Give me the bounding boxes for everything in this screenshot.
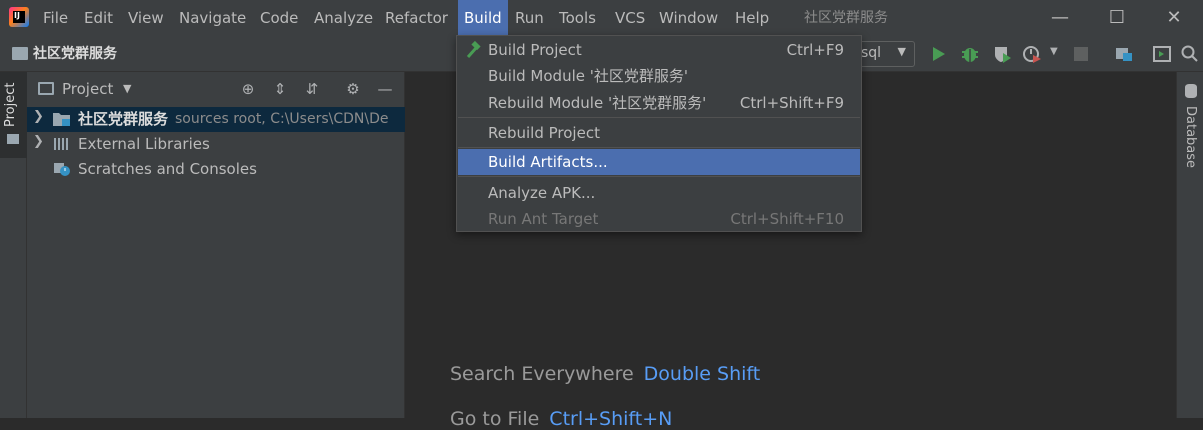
- menu-item-build-artifacts[interactable]: Build Artifacts...: [458, 149, 860, 175]
- menu-run[interactable]: Run: [515, 0, 544, 36]
- menu-code[interactable]: Code: [260, 0, 298, 36]
- go-to-file-hint: Go to File Ctrl+Shift+N: [450, 408, 672, 430]
- menu-item-label: Rebuild Project: [488, 124, 600, 142]
- tree-row-module[interactable]: ❯ 社区党群服务 sources root, C:\Users\CDN\De: [27, 107, 405, 132]
- menu-item-build-project[interactable]: Build Project Ctrl+F9: [458, 37, 860, 63]
- menu-item-analyze-apk[interactable]: Analyze APK...: [458, 180, 860, 206]
- tree-row-hint: sources root, C:\Users\CDN\De: [175, 111, 389, 127]
- module-folder-icon: [53, 113, 70, 126]
- menu-build[interactable]: Build: [458, 0, 508, 36]
- menu-help[interactable]: Help: [735, 0, 769, 36]
- close-icon[interactable]: ✕: [1164, 8, 1184, 28]
- chevron-right-icon[interactable]: ❯: [33, 109, 44, 124]
- tree-row-external-libraries[interactable]: ❯ External Libraries: [27, 132, 405, 157]
- hammer-icon: [466, 41, 481, 58]
- hint-shortcut: Double Shift: [643, 363, 761, 385]
- search-icon[interactable]: [1180, 44, 1200, 64]
- gear-icon[interactable]: ⚙: [344, 80, 362, 98]
- menu-tools[interactable]: Tools: [559, 0, 596, 36]
- project-panel-title[interactable]: Project: [62, 72, 113, 106]
- menu-item-label: Build Project: [488, 41, 582, 59]
- menu-item-label: Build Module '社区党群服务': [488, 67, 688, 85]
- hint-shortcut: Ctrl+Shift+N: [549, 408, 673, 430]
- tree-row-label: External Libraries: [78, 135, 210, 153]
- menu-analyze[interactable]: Analyze: [314, 0, 373, 36]
- menu-item-label: Build Artifacts...: [488, 153, 608, 171]
- coverage-icon[interactable]: [992, 44, 1012, 64]
- project-view-icon: [38, 82, 54, 95]
- search-everywhere-hint: Search Everywhere Double Shift: [450, 363, 760, 385]
- menu-vcs[interactable]: VCS: [615, 0, 645, 36]
- run-configuration-label: sql: [861, 45, 882, 61]
- run-configuration-select[interactable]: sql ▼: [855, 41, 915, 67]
- chevron-right-icon[interactable]: ❯: [33, 134, 44, 149]
- menu-navigate[interactable]: Navigate: [179, 0, 246, 36]
- project-tool-tab-label: Project: [3, 82, 18, 127]
- tree-row-label: Scratches and Consoles: [78, 160, 257, 178]
- menu-separator: [458, 117, 860, 118]
- terminal-icon[interactable]: [1152, 44, 1172, 64]
- menu-item-label: Rebuild Module '社区党群服务': [488, 94, 707, 112]
- menu-window[interactable]: Window: [659, 0, 718, 36]
- intellij-logo-icon[interactable]: IJ: [9, 7, 29, 27]
- chevron-down-icon[interactable]: ▼: [1050, 46, 1058, 57]
- database-tool-tab[interactable]: Database: [1183, 106, 1198, 168]
- menu-item-label: Analyze APK...: [488, 184, 596, 202]
- menu-item-rebuild-project[interactable]: Rebuild Project: [458, 120, 860, 146]
- menu-item-shortcut: Ctrl+Shift+F10: [730, 210, 844, 228]
- tree-row-scratches[interactable]: Scratches and Consoles: [27, 157, 405, 182]
- menu-item-shortcut: Ctrl+F9: [786, 41, 844, 59]
- menu-item-build-module[interactable]: Build Module '社区党群服务': [458, 63, 860, 89]
- menu-file[interactable]: File: [43, 0, 68, 36]
- menu-separator: [458, 147, 860, 148]
- project-structure-icon[interactable]: [1114, 44, 1134, 64]
- project-tool-tab[interactable]: Project: [0, 72, 27, 158]
- folder-icon: [7, 134, 19, 144]
- menu-separator: [458, 176, 860, 177]
- database-icon[interactable]: [1185, 84, 1197, 98]
- chevron-down-icon: ▼: [897, 45, 906, 58]
- run-icon[interactable]: [928, 44, 948, 64]
- window-title: 社区党群服务: [804, 10, 888, 26]
- project-panel: Project ▼ ⊕ ⇕ ⇵ ⚙ — ❯ 社区党群服务 sources roo…: [27, 72, 405, 418]
- scratches-icon: [54, 163, 70, 176]
- debug-icon[interactable]: [960, 44, 980, 64]
- menu-item-rebuild-module[interactable]: Rebuild Module '社区党群服务' Ctrl+Shift+F9: [458, 90, 860, 116]
- menu-item-label: Run Ant Target: [488, 210, 599, 228]
- menu-item-run-ant-target: Run Ant Target Ctrl+Shift+F10: [458, 206, 860, 232]
- menu-edit[interactable]: Edit: [84, 0, 113, 36]
- build-menu-dropdown: Build Project Ctrl+F9 Build Module '社区党群…: [456, 35, 862, 232]
- stop-icon[interactable]: [1074, 47, 1088, 61]
- hint-label: Search Everywhere: [450, 363, 634, 385]
- hide-icon[interactable]: —: [376, 80, 394, 98]
- locate-icon[interactable]: ⊕: [239, 80, 257, 98]
- chevron-down-icon[interactable]: ▼: [123, 72, 131, 106]
- module-folder-icon: [12, 47, 28, 60]
- minimize-icon[interactable]: —: [1050, 8, 1070, 28]
- expand-all-icon[interactable]: ⇕: [271, 80, 289, 98]
- menu-bar: IJ File Edit View Navigate Code Analyze …: [0, 0, 1203, 36]
- maximize-icon[interactable]: ☐: [1107, 8, 1127, 28]
- right-tool-stripe: Database: [1176, 72, 1203, 418]
- hint-label: Go to File: [450, 408, 540, 430]
- menu-refactor[interactable]: Refactor: [385, 0, 448, 36]
- tree-row-label: 社区党群服务: [78, 110, 169, 128]
- library-icon: [54, 138, 68, 150]
- collapse-all-icon[interactable]: ⇵: [303, 80, 321, 98]
- menu-item-shortcut: Ctrl+Shift+F9: [739, 94, 844, 112]
- project-panel-header: Project ▼ ⊕ ⇕ ⇵ ⚙ —: [27, 72, 405, 106]
- left-tool-stripe: Project: [0, 72, 27, 418]
- profiler-icon[interactable]: [1022, 44, 1042, 64]
- breadcrumb-project[interactable]: 社区党群服务: [33, 36, 117, 72]
- menu-view[interactable]: View: [128, 0, 164, 36]
